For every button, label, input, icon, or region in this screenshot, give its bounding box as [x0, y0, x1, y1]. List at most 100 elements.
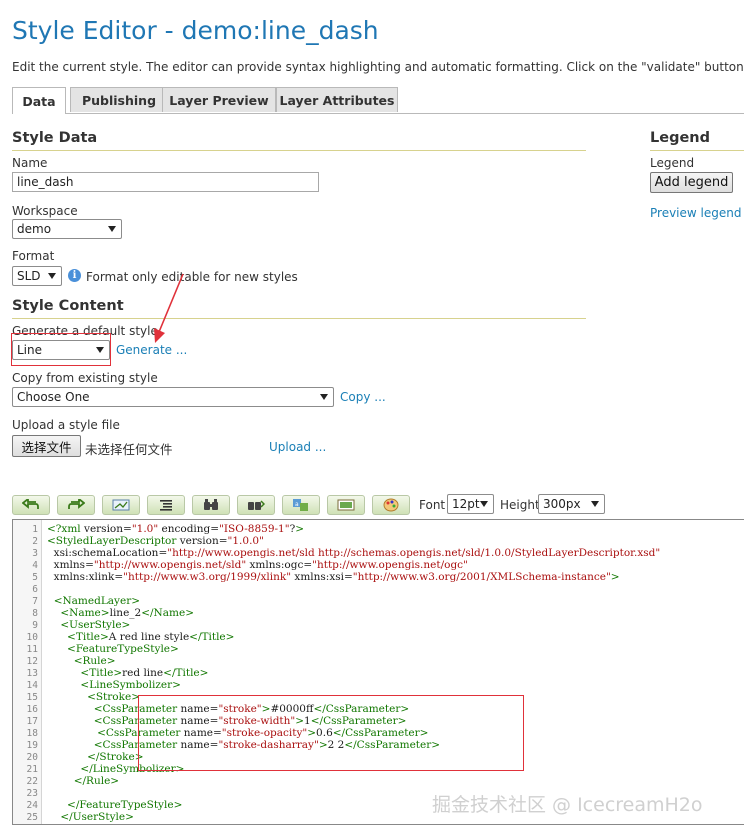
code-line: <FeatureTypeStyle> [67, 643, 179, 655]
line-number: 2 [32, 536, 38, 547]
line-number: 15 [26, 692, 38, 703]
code-line: xsi:schemaLocation="http://www.opengis.n… [47, 547, 661, 559]
reindent-icon[interactable] [147, 495, 185, 515]
code-line: </FeatureTypeStyle> [67, 799, 183, 811]
copy-style-value: Choose One [17, 390, 90, 404]
format-value: SLD [17, 269, 41, 283]
line-number: 24 [26, 800, 38, 811]
height-value: 300px [543, 497, 581, 511]
divider [12, 150, 586, 151]
annotation-highlight-box [138, 695, 524, 771]
workspace-select[interactable]: demo [12, 219, 122, 239]
height-select[interactable]: 300px [538, 494, 605, 514]
code-line: <StyledLayerDescriptor version="1.0.0" [47, 535, 264, 547]
line-number: 16 [26, 704, 38, 715]
line-number: 11 [26, 644, 38, 655]
color-picker-icon[interactable] [372, 495, 410, 515]
tab-data[interactable]: Data [12, 87, 66, 114]
line-number: 19 [26, 740, 38, 751]
page-title: Style Editor - demo:line_dash [12, 16, 379, 45]
svg-text:a: a [295, 501, 299, 508]
tab-publishing[interactable]: Publishing [70, 87, 168, 112]
line-number: 8 [32, 608, 38, 619]
code-line: <NamedLayer> [53, 595, 141, 607]
code-line: xmlns:xlink="http://www.w3.org/1999/xlin… [47, 571, 620, 583]
line-number: 3 [32, 548, 38, 559]
upload-label: Upload a style file [12, 418, 120, 432]
line-number: 5 [32, 572, 38, 583]
line-number: 12 [26, 656, 38, 667]
line-number: 18 [26, 728, 38, 739]
line-number: 6 [32, 584, 38, 595]
code-line: <LineSymbolizer> [80, 679, 181, 691]
tab-layer-attributes[interactable]: Layer Attributes [276, 87, 398, 112]
replace-icon[interactable] [237, 495, 275, 515]
height-label: Height [500, 498, 540, 512]
code-line: <?xml version="1.0" encoding="ISO-8859-1… [47, 523, 305, 535]
search-icon[interactable] [192, 495, 230, 515]
line-number: 25 [26, 812, 38, 823]
font-size-select[interactable]: 12pt [447, 494, 494, 514]
line-number: 13 [26, 668, 38, 679]
copy-link[interactable]: Copy ... [340, 390, 386, 404]
chevron-down-icon [108, 226, 116, 232]
line-number: 17 [26, 716, 38, 727]
chevron-down-icon [48, 273, 56, 279]
line-number: 7 [32, 596, 38, 607]
format-select[interactable]: SLD [12, 266, 62, 286]
image-icon[interactable] [327, 495, 365, 515]
code-line: xmlns="http://www.opengis.net/sld" xmlns… [47, 559, 468, 571]
style-data-heading: Style Data [12, 130, 98, 146]
tab-bar: Data Publishing Layer Preview Layer Attr… [12, 87, 744, 114]
chevron-down-icon [591, 501, 599, 507]
default-style-select[interactable]: Line [12, 340, 110, 360]
choose-file-button[interactable]: 选择文件 [12, 435, 81, 457]
line-number: 14 [26, 680, 38, 691]
upload-link[interactable]: Upload ... [269, 440, 326, 454]
workspace-value: demo [17, 222, 52, 236]
divider [650, 150, 744, 151]
watermark: 掘金技术社区 @ IcecreamH2o [432, 794, 703, 816]
code-line: </Stroke> [87, 751, 144, 763]
format-icon[interactable]: a [282, 495, 320, 515]
chevron-down-icon [96, 347, 104, 353]
add-legend-button[interactable]: Add legend [650, 172, 733, 193]
info-icon: i [68, 269, 81, 282]
divider [12, 318, 586, 319]
format-note: Format only editable for new styles [86, 270, 298, 284]
no-file-text: 未选择任何文件 [85, 442, 173, 457]
chevron-down-icon [320, 394, 328, 400]
font-size-value: 12pt [452, 497, 480, 511]
chevron-down-icon [480, 501, 488, 507]
name-field[interactable]: line_dash [12, 172, 319, 192]
line-number: 1 [32, 524, 38, 535]
line-number: 10 [26, 632, 38, 643]
default-style-value: Line [17, 343, 43, 357]
code-line: </UserStyle> [60, 811, 134, 823]
name-label: Name [12, 156, 48, 170]
line-number: 23 [26, 788, 38, 799]
legend-label: Legend [650, 156, 695, 170]
code-editor[interactable]: 1 <?xml version="1.0" encoding="ISO-8859-… [12, 519, 744, 825]
redo-icon[interactable] [57, 495, 95, 515]
undo-icon[interactable] [12, 495, 50, 515]
goto-line-icon[interactable] [102, 495, 140, 515]
legend-heading: Legend [650, 130, 710, 146]
code-line: <Name>line_2</Name> [60, 607, 194, 619]
line-number: 9 [32, 620, 38, 631]
font-label: Font [419, 498, 446, 512]
copy-style-label: Copy from existing style [12, 371, 158, 385]
line-number: 21 [26, 764, 38, 775]
copy-style-select[interactable]: Choose One [12, 387, 334, 407]
tab-layer-preview[interactable]: Layer Preview [162, 87, 276, 112]
code-line: <Rule> [73, 655, 116, 667]
code-line: <Title>red line</Title> [80, 667, 209, 679]
page-description: Edit the current style. The editor can p… [12, 60, 744, 74]
code-line: <UserStyle> [60, 619, 131, 631]
style-content-heading: Style Content [12, 298, 124, 314]
annotation-arrow-icon [154, 273, 184, 343]
preview-legend-link[interactable]: Preview legend [650, 206, 741, 220]
code-line: <Stroke> [87, 691, 141, 703]
line-number: 22 [26, 776, 38, 787]
code-line: <Title>A red line style</Title> [67, 631, 235, 643]
